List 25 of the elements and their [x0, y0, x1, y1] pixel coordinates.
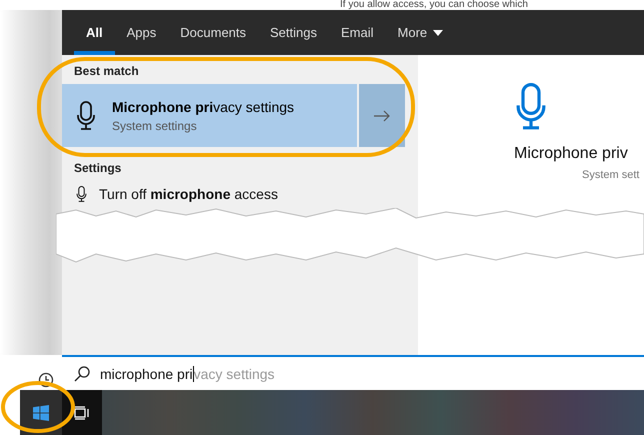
- microphone-icon: [76, 186, 87, 202]
- section-heading: Best match: [73, 63, 140, 80]
- start-button[interactable]: [20, 390, 62, 435]
- preview-subtitle: System sett: [581, 169, 640, 181]
- section-heading: Settings: [73, 160, 122, 177]
- preview-title: Microphone priv: [513, 145, 628, 163]
- result-title: Microphone privacy settings: [112, 98, 294, 114]
- task-view-icon: [74, 406, 90, 420]
- search-icon: [74, 366, 90, 382]
- result-item[interactable]: Turn off microphone access: [62, 181, 405, 208]
- filter-tab[interactable]: More: [386, 10, 456, 55]
- microphone-icon: [76, 100, 96, 130]
- filter-tab[interactable]: Email: [329, 10, 386, 55]
- background-text: If you allow access, you can choose which: [340, 0, 528, 10]
- filter-tab[interactable]: Documents: [168, 10, 258, 55]
- arrow-icon: [374, 110, 390, 122]
- clock-icon: [38, 372, 54, 388]
- filter-tab[interactable]: Apps: [114, 10, 168, 55]
- result-subtitle: System settings: [112, 118, 198, 132]
- windows-icon: [33, 404, 49, 420]
- filter-tab[interactable]: Settings: [258, 10, 329, 55]
- task-view-button[interactable]: [62, 390, 102, 435]
- microphone-icon: [515, 83, 547, 131]
- result-title: Turn off microphone access: [99, 186, 278, 202]
- search-text: microphone pri: [100, 366, 194, 382]
